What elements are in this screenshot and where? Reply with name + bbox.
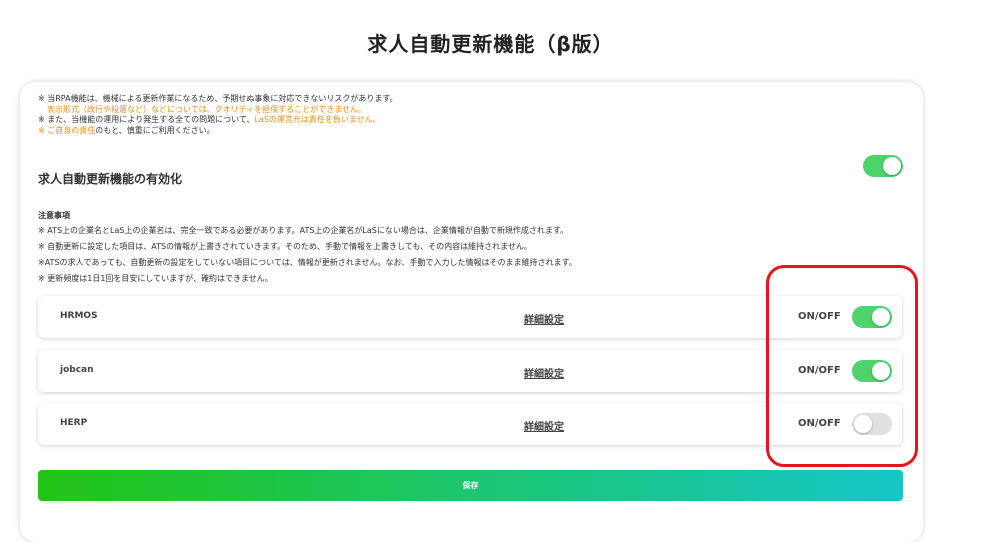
toggle-knob — [883, 157, 901, 175]
detail-settings-link[interactable]: 詳細設定 — [524, 365, 564, 380]
save-button[interactable]: 保存 — [38, 470, 903, 501]
annotation-highlight-box — [766, 265, 918, 467]
note-item: ※ ATS上の企業名とLaS上の企業名は、完全一致である必要があります。ATS上… — [38, 226, 569, 235]
warning-line-2: 表示形式（改行や段落など）などについては、クオリティを担保することができません。 — [47, 104, 366, 114]
warning-line-3: ※ また、当機能の運用により発生する全ての問題について、LaSの運営元は責任を負… — [38, 115, 398, 126]
notes-title: 注意事項 — [38, 211, 70, 220]
ats-name: jobcan — [60, 365, 94, 375]
note-item: ※ATSの求人であっても、自動更新の設定をしていない項目については、情報が更新さ… — [38, 258, 577, 267]
note-item: ※ 更新頻度は1日1回を目安にしていますが、確約はできません。 — [38, 274, 273, 283]
warning-line-4-text: のもと、慎重にご利用ください。 — [95, 125, 215, 135]
detail-settings-link[interactable]: 詳細設定 — [524, 418, 564, 433]
warning-line-1: ※ 当RPA機能は、機械による更新作業になるため、予期せぬ事象に対応できないリス… — [38, 94, 398, 103]
note-item: ※ 自動更新に設定した項目は、ATSの情報が上書きされていきます。そのため、手動… — [38, 242, 532, 251]
ats-name: HRMOS — [60, 311, 98, 321]
ats-name: HERP — [60, 418, 88, 428]
enable-auto-update-toggle[interactable] — [863, 155, 903, 177]
warning-line-3-emphasis: LaSの運営元は責任を負いません。 — [254, 115, 381, 124]
detail-settings-link[interactable]: 詳細設定 — [524, 311, 564, 326]
warning-line-3-text: ※ また、当機能の運用により発生する全ての問題について、 — [38, 115, 255, 124]
enable-auto-update-label: 求人自動更新機能の有効化 — [38, 172, 183, 186]
notes-list: ※ ATS上の企業名とLaS上の企業名は、完全一致である必要があります。ATS上… — [38, 223, 577, 287]
warning-line-4: ※ ご自身の責任のもと、慎重にご利用ください。 — [38, 126, 398, 137]
risk-warning: ※ 当RPA機能は、機械による更新作業になるため、予期せぬ事象に対応できないリス… — [38, 94, 398, 136]
page-title: 求人自動更新機能（β版） — [367, 32, 614, 56]
warning-line-4-emphasis: ※ ご自身の責任 — [38, 125, 96, 135]
